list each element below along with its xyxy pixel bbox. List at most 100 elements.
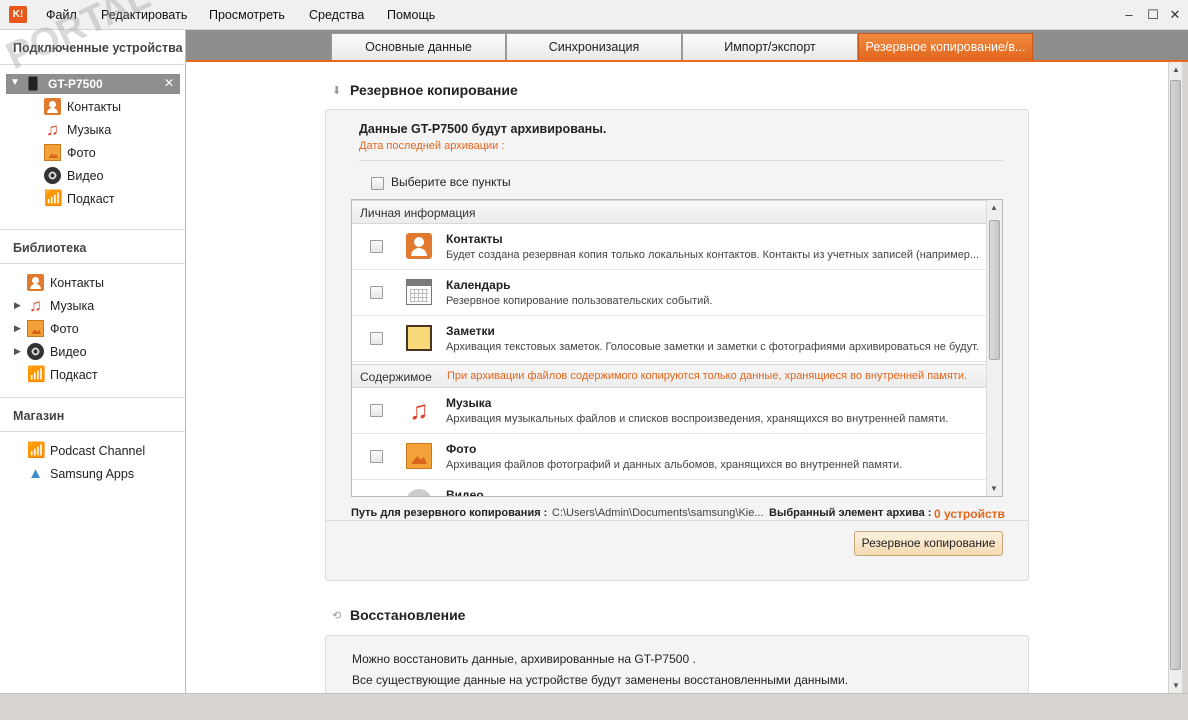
- divider: [359, 160, 1003, 161]
- sidebar-item-label: Podcast Channel: [50, 444, 146, 458]
- restore-section-title: Восстановление: [350, 607, 466, 623]
- selected-items-label: Выбранный элемент архива :: [769, 507, 932, 519]
- backup-section-title: Резервное копирование: [350, 82, 518, 98]
- podcast-icon: 📶: [44, 190, 63, 207]
- item-title: Фото: [446, 442, 477, 456]
- item-title: Заметки: [446, 324, 495, 338]
- menu-help[interactable]: Помощь: [387, 8, 435, 22]
- item-checkbox[interactable]: [370, 286, 383, 299]
- scroll-down-icon[interactable]: ▼: [990, 484, 998, 493]
- list-item[interactable]: Заметки Архивация текстовых заметок. Гол…: [352, 316, 987, 362]
- scroll-thumb[interactable]: [989, 220, 1000, 360]
- sidebar-item-label: Видео: [67, 169, 104, 183]
- divider: [326, 520, 1028, 521]
- menu-view[interactable]: Просмотреть: [209, 8, 285, 22]
- item-title: Контакты: [446, 232, 503, 246]
- tab-bar: Основные данные Синхронизация Импорт/экс…: [186, 30, 1188, 62]
- list-scrollbar[interactable]: ▲ ▼: [986, 200, 1002, 496]
- video-reel-icon: [406, 489, 432, 496]
- maximize-button[interactable]: ☐: [1141, 6, 1165, 24]
- scroll-thumb[interactable]: [1170, 80, 1181, 670]
- minimize-button[interactable]: –: [1117, 6, 1141, 24]
- menu-edit[interactable]: Редактировать: [101, 8, 187, 22]
- item-title: Видео: [446, 488, 484, 497]
- menu-file[interactable]: Файл: [46, 8, 77, 22]
- sidebar-item-label: Видео: [50, 345, 87, 359]
- last-backup-date: Дата последней архивации :: [359, 140, 505, 152]
- podcast-icon: 📶: [27, 366, 46, 383]
- tab-backup-restore[interactable]: Резервное копирование/в...: [858, 33, 1033, 60]
- restore-info-line: Можно восстановить данные, архивированны…: [352, 652, 696, 666]
- item-description: Архивация текстовых заметок. Голосовые з…: [446, 341, 979, 353]
- contacts-icon: [27, 274, 44, 291]
- scroll-up-icon[interactable]: ▲: [1172, 65, 1180, 74]
- sidebar-item-label: Контакты: [67, 100, 121, 114]
- tab-sync[interactable]: Синхронизация: [506, 33, 682, 60]
- scroll-up-icon[interactable]: ▲: [990, 203, 998, 212]
- tab-general-info[interactable]: Основные данные: [331, 33, 506, 60]
- status-bar: [0, 693, 1188, 720]
- backup-items-list: Личная информация Контакты Будет создана…: [351, 199, 1003, 497]
- video-reel-icon: [44, 167, 61, 184]
- disconnect-device-icon[interactable]: ✕: [164, 76, 174, 90]
- list-item[interactable]: Контакты Будет создана резервная копия т…: [352, 224, 987, 270]
- music-icon: ♫: [409, 395, 429, 425]
- expand-arrow-icon[interactable]: ▶: [14, 323, 21, 334]
- list-item[interactable]: Календарь Резервное копирование пользова…: [352, 270, 987, 316]
- selected-items-value: 0 устройств: [934, 507, 1005, 521]
- sidebar-item-label: Контакты: [50, 276, 104, 290]
- podcast-icon: 📶: [27, 442, 46, 459]
- list-item[interactable]: Видео: [352, 480, 987, 497]
- item-title: Музыка: [446, 396, 492, 410]
- group-personal-info: Личная информация: [352, 200, 987, 224]
- library-header: Библиотека: [0, 229, 185, 264]
- sidebar-item-label: Samsung Apps: [50, 467, 135, 481]
- sidebar-item-label: Музыка: [67, 123, 112, 137]
- menu-bar: K! Файл Редактировать Просмотреть Средст…: [0, 0, 1188, 30]
- item-checkbox[interactable]: [370, 450, 383, 463]
- restore-warning-line: Все существующие данные на устройстве бу…: [352, 673, 849, 687]
- calendar-icon: [406, 279, 432, 305]
- expand-arrow-icon[interactable]: ▶: [14, 346, 21, 357]
- group-title: Содержимое: [360, 370, 432, 384]
- photo-icon: [27, 320, 44, 337]
- store-header: Магазин: [0, 397, 185, 432]
- phone-icon: [28, 76, 38, 91]
- sidebar-item-label: Подкаст: [67, 192, 115, 206]
- select-all-checkbox[interactable]: [371, 177, 384, 190]
- item-title: Календарь: [446, 278, 511, 292]
- samsung-apps-icon: ▲: [28, 465, 43, 482]
- item-checkbox[interactable]: [370, 332, 383, 345]
- scroll-down-icon[interactable]: ▼: [1172, 681, 1180, 690]
- main-scrollbar[interactable]: ▲ ▼: [1168, 62, 1182, 693]
- main-content: ⬇ Резервное копирование Данные GT-P7500 …: [186, 62, 1168, 693]
- item-checkbox[interactable]: [370, 240, 383, 253]
- tab-import-export[interactable]: Импорт/экспорт: [682, 33, 858, 60]
- device-name: GT-P7500: [48, 77, 103, 91]
- group-content: Содержимое При архивации файлов содержим…: [352, 364, 987, 388]
- video-reel-icon: [27, 343, 44, 360]
- backup-path-value[interactable]: C:\Users\Admin\Documents\samsung\Kie...: [552, 507, 764, 519]
- menu-tools[interactable]: Средства: [309, 8, 364, 22]
- sidebar-item-label: Музыка: [50, 299, 95, 313]
- list-item[interactable]: ♫ Музыка Архивация музыкальных файлов и …: [352, 388, 987, 434]
- sidebar-item-label: Фото: [67, 146, 96, 160]
- backup-path-label: Путь для резервного копирования :: [351, 507, 548, 519]
- backup-button[interactable]: Резервное копирование: [854, 531, 1003, 556]
- sidebar-item-label: Подкаст: [50, 368, 98, 382]
- close-window-button[interactable]: ✕: [1163, 6, 1187, 24]
- item-checkbox[interactable]: [370, 404, 383, 417]
- app-logo: K!: [9, 6, 27, 23]
- device-row[interactable]: ▼ GT-P7500 ✕: [6, 74, 180, 94]
- connected-devices-header: Подключенные устройства: [0, 30, 185, 65]
- list-item[interactable]: Фото Архивация файлов фотографий и данны…: [352, 434, 987, 480]
- contacts-icon: [44, 98, 61, 115]
- select-all-label: Выберите все пункты: [391, 175, 511, 189]
- item-description: Архивация музыкальных файлов и списков в…: [446, 413, 949, 425]
- chevron-down-icon[interactable]: ▼: [10, 77, 20, 88]
- restore-section-icon: ⟲: [332, 610, 342, 622]
- expand-arrow-icon[interactable]: ▶: [14, 300, 21, 311]
- item-checkbox[interactable]: [370, 496, 383, 497]
- group-note: При архивации файлов содержимого копирую…: [447, 370, 968, 382]
- contacts-icon: [406, 233, 432, 259]
